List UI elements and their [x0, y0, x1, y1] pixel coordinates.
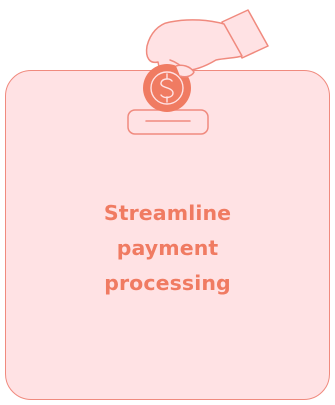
payment-slot-icon — [127, 109, 209, 135]
hand-dropping-coin-icon — [127, 9, 269, 135]
feature-title-line-2: payment — [116, 236, 219, 260]
feature-title: Streamline payment processing — [5, 196, 330, 301]
feature-title-line-3: processing — [104, 271, 231, 295]
feature-title-line-1: Streamline — [103, 201, 232, 225]
